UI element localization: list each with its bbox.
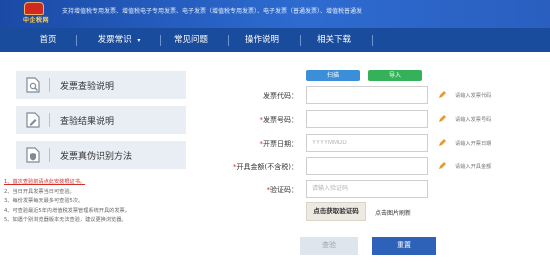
- panel-label: 发票真伪识别方法: [60, 152, 133, 162]
- check-button[interactable]: 查验: [300, 237, 358, 255]
- nav-divider: [300, 35, 301, 46]
- panel-result-instructions[interactable]: 查验结果说明: [16, 106, 186, 134]
- note-install-cert[interactable]: 1、首次查验前请点此安装根证书。: [4, 178, 214, 188]
- list-item: 3、每份发票每天最多可查验5次。: [4, 198, 84, 204]
- panel-authenticity-methods[interactable]: 发票真伪识别方法: [16, 141, 186, 169]
- field-label: 发票号码：: [263, 116, 298, 124]
- pencil-icon: [439, 115, 446, 122]
- nav-home[interactable]: 首页: [28, 28, 68, 52]
- invoice-code-label: 发票代码：: [263, 91, 298, 101]
- chevron-down-icon: ▾: [137, 37, 141, 44]
- banner-tagline: 支持增值税专用发票、增值税电子专用发票、电子发票（增值税专用发票）、电子发票（普…: [62, 8, 363, 15]
- logo-text: 中企税网: [22, 17, 49, 24]
- nav-knowledge[interactable]: 发票常识 ▾: [86, 28, 152, 52]
- reset-button[interactable]: 重置: [372, 237, 436, 255]
- scan-button[interactable]: 扫描: [306, 70, 360, 81]
- panel-label: 查验结果说明: [60, 117, 115, 127]
- nav-guide[interactable]: 操作说明: [236, 28, 288, 52]
- list-item: 5、如遇个别浏览器版本无法查验，建议更换浏览器。: [4, 217, 127, 223]
- panel-divider: [49, 148, 50, 162]
- nav-download[interactable]: 相关下载: [308, 28, 360, 52]
- notes-list: 1、首次查验前请点此安装根证书。 2、当日开具发票当日可查验。 3、每份发票每天…: [4, 178, 214, 226]
- magnifier-document-icon: [26, 77, 40, 93]
- field-label: 发票代码：: [263, 92, 298, 100]
- site-logo: 中企税网: [18, 2, 54, 24]
- panel-label: 发票查验说明: [60, 82, 115, 92]
- pencil-icon: [439, 91, 446, 98]
- top-banner: 中企税网 支持增值税专用发票、增值税电子专用发票、电子发票（增值税专用发票）、电…: [0, 0, 550, 28]
- nav-divider: [160, 35, 161, 46]
- invoice-code-input[interactable]: [306, 86, 428, 104]
- amount-input[interactable]: [306, 157, 428, 175]
- amount-label: *开具金额(不含税)：: [233, 162, 298, 172]
- pencil-icon: [439, 139, 446, 146]
- invoice-number-hint: 请输入发票号码: [455, 117, 492, 123]
- list-item: 2、当日开具发票当日可查验。: [4, 188, 75, 195]
- field-label: 开具金额(不含税)：: [236, 163, 298, 171]
- nav-knowledge-label: 发票常识: [97, 35, 132, 45]
- invoice-number-label: *发票号码：: [260, 115, 299, 125]
- amount-hint: 请输入开具金额: [455, 164, 492, 170]
- import-button[interactable]: 导入: [368, 70, 422, 81]
- list-item: 4、可查验最近5年内增值税发票管理系统开具的发票。: [4, 207, 130, 214]
- nav-faq[interactable]: 常见问题: [168, 28, 214, 52]
- field-label: 开票日期：: [263, 140, 298, 148]
- invoice-number-input[interactable]: [306, 110, 428, 128]
- captcha-image[interactable]: 点击获取验证码: [306, 202, 366, 221]
- panel-check-instructions[interactable]: 发票查验说明: [16, 71, 186, 99]
- captcha-input[interactable]: [306, 180, 428, 198]
- panel-divider: [49, 78, 50, 92]
- pencil-icon: [439, 162, 446, 169]
- captcha-label: *验证码：: [267, 185, 299, 195]
- pencil-document-icon: [26, 112, 40, 128]
- issue-date-hint: 请输入开票日期: [455, 141, 492, 147]
- seal-icon: [24, 2, 44, 15]
- field-label: 验证码：: [270, 186, 298, 194]
- nav-divider: [76, 35, 77, 46]
- main-nav: 首页 发票常识 ▾ 常见问题 操作说明 相关下载: [0, 28, 550, 52]
- shield-document-icon: [26, 147, 40, 163]
- issue-date-label: *开票日期：: [260, 139, 299, 149]
- panel-divider: [49, 113, 50, 127]
- issue-date-input[interactable]: [306, 134, 428, 152]
- nav-divider: [228, 35, 229, 46]
- invoice-code-hint: 请输入发票代码: [455, 93, 492, 99]
- nav-divider: [372, 35, 373, 46]
- captcha-refresh-hint: 点击图片刷新: [375, 210, 412, 217]
